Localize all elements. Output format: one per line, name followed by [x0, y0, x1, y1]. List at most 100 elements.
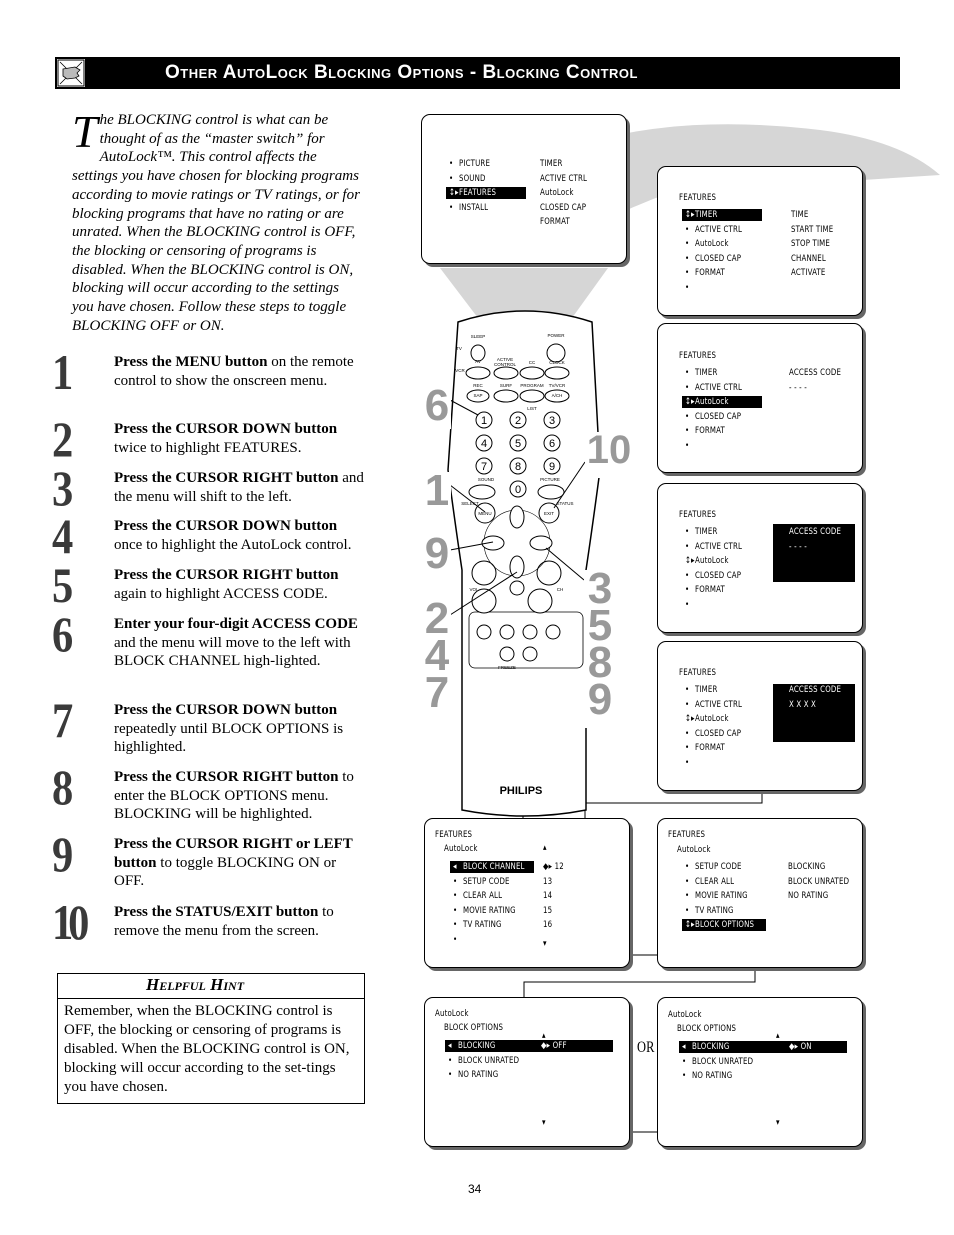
remote-label: SAP — [473, 393, 482, 398]
remote-label: CONTROL — [494, 362, 516, 367]
transport-button[interactable] — [522, 624, 538, 640]
transport-button[interactable] — [545, 624, 561, 640]
remote-button[interactable] — [465, 366, 491, 380]
submenu-item: ACCESS CODE — [789, 685, 842, 695]
menu-item: TIMER — [695, 210, 718, 220]
menu-screen: FEATURES • TIMER • ACTIVE CTRL ↕▸ AutoLock • CLO… — [657, 323, 863, 473]
step-number: 6 — [52, 606, 73, 662]
remote-label: CLOCK — [549, 360, 565, 365]
submenu-item: ACCESS CODE — [789, 368, 842, 378]
drop-cap: T — [72, 106, 98, 157]
step-text: Press the STATUS/EXIT button to remove t… — [114, 903, 369, 940]
bullet-icon: • — [685, 905, 690, 916]
submenu-item: 15 — [543, 905, 553, 916]
menu-item: FEATURES — [459, 188, 497, 198]
menu-screen: FEATURES AutoLock • SETUP CODE • CLEAR ALL • MO… — [657, 818, 863, 968]
bullet-icon: • — [448, 1070, 453, 1080]
bullet-icon: • — [449, 202, 454, 213]
menu-item: FORMAT — [695, 585, 725, 595]
submenu-item: BLOCK UNRATED — [788, 876, 850, 887]
menu-screen: • PICTURE • SOUND ↕▸ FEATURES • INSTALL TIMER ACT… — [421, 114, 627, 264]
hint-text: Remember, when the BLOCKING control is O… — [64, 1003, 350, 1095]
menu-subtitle: AutoLock — [444, 844, 478, 854]
menu-item: MOVIE RATING — [463, 905, 516, 916]
step-number: 2 — [52, 411, 73, 467]
remote-label: PROGRAM — [520, 383, 544, 388]
bullet-icon: • — [685, 599, 690, 610]
cursor-button[interactable] — [509, 505, 525, 529]
step-text: Press the CURSOR DOWN button repeatedly … — [114, 701, 369, 757]
bullet-icon: • — [682, 1071, 687, 1081]
step-action: Enter your four-digit ACCESS CODE — [114, 616, 358, 632]
menu-item: TV RATING — [695, 905, 734, 916]
submenu-item: FORMAT — [540, 217, 570, 227]
remote-label: VOL — [469, 587, 479, 592]
remote-button[interactable] — [468, 484, 496, 500]
remote-button[interactable] — [519, 389, 545, 403]
intro-paragraph: The BLOCKING control is what can be thou… — [72, 106, 362, 335]
digit-label: 3 — [549, 415, 555, 427]
bullet-icon: • — [685, 757, 690, 768]
remote-button[interactable] — [527, 588, 553, 614]
page-number: 34 — [468, 1182, 482, 1196]
step-callout: 10 — [585, 430, 633, 478]
remote-button[interactable] — [537, 484, 565, 500]
remote-label: REC — [473, 383, 483, 388]
remote-control: 1 2 34 5 67 8 90SLEEP POWERTVVCRAV ACTIVECONTROL… — [447, 310, 601, 817]
step-number: 7 — [52, 692, 73, 748]
remote-button[interactable] — [519, 366, 545, 380]
menu-item: SETUP CODE — [463, 876, 510, 887]
remote-button[interactable] — [493, 389, 519, 403]
menu-subtitle: BLOCK OPTIONS — [444, 1023, 504, 1033]
bullet-icon: • — [685, 268, 690, 278]
digit-label: 1 — [481, 415, 487, 427]
transport-button[interactable] — [499, 646, 515, 662]
bullet-icon: • — [685, 570, 690, 581]
step-text: Enter your four-digit ACCESS CODE and th… — [114, 615, 369, 671]
cursor-button[interactable] — [529, 535, 553, 551]
step-callout: 9 — [423, 529, 451, 580]
up-down-cursor-icon: ↕▸ — [685, 556, 695, 566]
menu-screen: FEATURES AutoLock ◂ BLOCK CHANNEL • SETUP COD… — [424, 818, 630, 968]
up-down-cursor-icon: ↕▸ — [685, 920, 695, 930]
remote-button[interactable] — [544, 366, 570, 380]
digit-label: 8 — [515, 461, 521, 473]
bullet-icon: • — [685, 862, 690, 872]
transport-button[interactable] — [476, 624, 492, 640]
remote-label: VCR — [455, 368, 465, 373]
step-action: Press the CURSOR RIGHT button — [114, 567, 339, 583]
step-number: 5 — [52, 557, 73, 613]
menu-item: MOVIE RATING — [695, 891, 748, 901]
bullet-icon: • — [453, 920, 458, 930]
bullet-icon: • — [685, 891, 690, 901]
left-arrow-icon: ◂ — [453, 862, 457, 872]
menu-item: INSTALL — [459, 202, 489, 213]
submenu-item: ACCESS CODE — [789, 527, 842, 537]
step-text: Press the CURSOR DOWN button twice to hi… — [114, 420, 369, 457]
up-down-cursor-icon: ↕▸ — [449, 188, 459, 198]
menu-item: TIMER — [695, 685, 718, 695]
step-action: Press the CURSOR RIGHT button — [114, 470, 339, 486]
bullet-icon: • — [685, 440, 690, 451]
menu-item: BLOCK OPTIONS — [695, 920, 755, 930]
menu-item: BLOCK UNRATED — [692, 1056, 754, 1067]
menu-item: SETUP CODE — [695, 862, 742, 872]
remote-button[interactable] — [509, 580, 525, 596]
step-action: Press the MENU button — [114, 354, 268, 370]
up-down-cursor-icon: ↕▸ — [685, 397, 695, 407]
remote-label: STATUS — [556, 501, 573, 506]
bullet-icon: • — [449, 159, 454, 169]
step-action: Press the CURSOR DOWN button — [114, 421, 338, 437]
menu-item: TIMER — [695, 368, 718, 378]
menu-item: AutoLock — [695, 714, 729, 724]
transport-button[interactable] — [522, 646, 538, 662]
remote-button[interactable] — [493, 366, 519, 380]
remote-label: TV — [456, 346, 462, 351]
digit-label: 4 — [481, 438, 487, 450]
transport-button[interactable] — [499, 624, 515, 640]
step-text: Press the CURSOR RIGHT button and the me… — [114, 469, 369, 506]
remote-button[interactable] — [536, 560, 562, 586]
menu-title: FEATURES — [679, 510, 717, 520]
submenu-item: TIMER — [540, 159, 563, 169]
menu-item: ACTIVE CTRL — [695, 382, 743, 393]
